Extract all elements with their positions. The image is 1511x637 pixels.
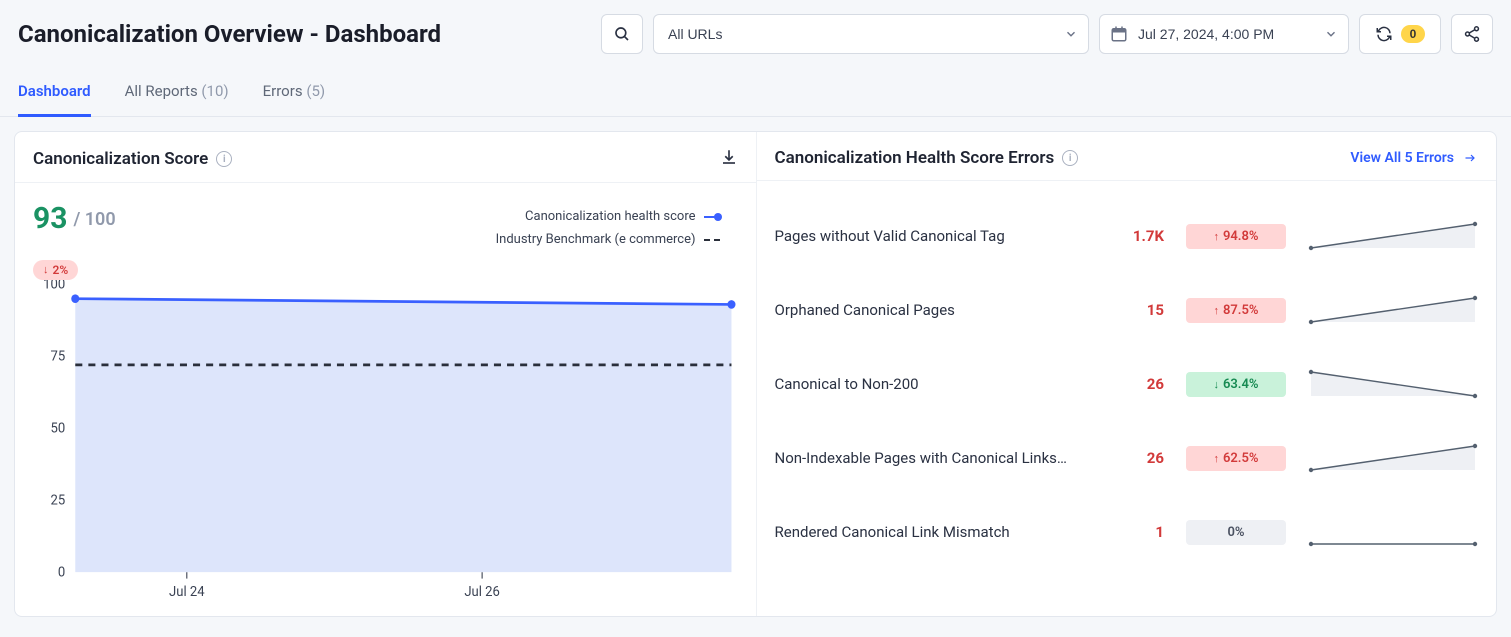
- dash-swatch-icon: [704, 239, 720, 241]
- score-title: Canonicalization Score: [33, 149, 208, 169]
- tab-bar: Dashboard All Reports (10) Errors (5): [0, 60, 1511, 117]
- score-denom: / 100: [73, 209, 115, 230]
- sync-button[interactable]: 0: [1359, 14, 1441, 54]
- page-header: Canonicalization Overview - Dashboard Al…: [0, 0, 1511, 60]
- arrow-up-icon: ↑: [1213, 452, 1219, 465]
- svg-text:0: 0: [58, 564, 65, 581]
- info-icon[interactable]: i: [1062, 150, 1078, 166]
- error-value: 26: [1104, 375, 1164, 393]
- error-value: 1: [1104, 523, 1164, 541]
- error-name: Orphaned Canonical Pages: [775, 301, 1083, 319]
- score-chart: 0 25 50 75 100 Jul 24 Jul 26: [15, 280, 756, 616]
- sync-count-badge: 0: [1401, 25, 1426, 43]
- line-swatch-icon: [704, 212, 720, 222]
- svg-text:75: 75: [51, 348, 66, 365]
- error-row[interactable]: Orphaned Canonical Pages 15 ↑ 87.5%: [775, 273, 1479, 347]
- dashboard-card: Canonicalization Score i 93 / 100 Canoni…: [14, 131, 1497, 617]
- score-pane-header: Canonicalization Score i: [15, 132, 756, 183]
- chevron-down-icon: [1324, 27, 1338, 41]
- error-change-badge: ↑ 62.5%: [1186, 446, 1286, 471]
- download-icon: [720, 148, 738, 166]
- error-row[interactable]: Rendered Canonical Link Mismatch 1 0%: [775, 495, 1479, 569]
- svg-text:Jul 24: Jul 24: [169, 583, 205, 600]
- search-icon: [613, 25, 631, 43]
- tab-errors[interactable]: Errors (5): [263, 82, 325, 117]
- error-list: Pages without Valid Canonical Tag 1.7K ↑…: [757, 181, 1497, 569]
- score-pane: Canonicalization Score i 93 / 100 Canoni…: [15, 132, 756, 616]
- svg-text:25: 25: [51, 492, 66, 509]
- error-value: 1.7K: [1104, 227, 1164, 245]
- error-change-badge: ↑ 87.5%: [1186, 298, 1286, 323]
- sparkline: [1308, 221, 1478, 251]
- error-name: Pages without Valid Canonical Tag: [775, 227, 1083, 245]
- legend-series-label: Canonicalization health score: [525, 205, 695, 228]
- error-name: Rendered Canonical Link Mismatch: [775, 523, 1083, 541]
- score-delta-value: 2%: [53, 263, 69, 277]
- sync-icon: [1375, 25, 1393, 43]
- chevron-down-icon: [1064, 27, 1078, 41]
- search-button[interactable]: [601, 14, 643, 54]
- error-change-badge: ↓ 63.4%: [1186, 372, 1286, 397]
- error-name: Non-Indexable Pages with Canonical Links…: [775, 449, 1083, 467]
- date-label: Jul 27, 2024, 4:00 PM: [1138, 26, 1274, 42]
- arrow-right-icon: [1462, 152, 1478, 164]
- error-change-badge: ↑ 94.8%: [1186, 224, 1286, 249]
- tab-dashboard[interactable]: Dashboard: [18, 82, 91, 117]
- score-delta-badge: ↓ 2%: [33, 260, 78, 280]
- url-filter-label: All URLs: [668, 26, 722, 42]
- svg-text:100: 100: [43, 280, 65, 293]
- svg-text:50: 50: [51, 420, 66, 437]
- tab-all-reports[interactable]: All Reports (10): [125, 82, 229, 117]
- view-all-label: View All 5 Errors: [1350, 150, 1454, 166]
- arrow-down-icon: ↓: [43, 263, 49, 276]
- sparkline: [1308, 295, 1478, 325]
- page-title: Canonicalization Overview - Dashboard: [18, 20, 591, 48]
- sparkline: [1308, 517, 1478, 547]
- error-value: 15: [1104, 301, 1164, 319]
- view-all-errors-link[interactable]: View All 5 Errors: [1350, 150, 1478, 166]
- arrow-up-icon: ↑: [1213, 304, 1219, 317]
- arrow-up-icon: ↑: [1213, 230, 1219, 243]
- chart-legend: Canonicalization health score Industry B…: [496, 201, 738, 252]
- error-row[interactable]: Non-Indexable Pages with Canonical Links…: [775, 421, 1479, 495]
- arrow-down-icon: ↓: [1213, 378, 1219, 391]
- error-row[interactable]: Pages without Valid Canonical Tag 1.7K ↑…: [775, 199, 1479, 273]
- share-icon: [1463, 25, 1481, 43]
- share-button[interactable]: [1451, 14, 1493, 54]
- calendar-icon: [1110, 25, 1128, 43]
- error-value: 26: [1104, 449, 1164, 467]
- score-summary: 93 / 100 Canonicalization health score I…: [15, 183, 756, 280]
- svg-text:Jul 26: Jul 26: [464, 583, 500, 600]
- download-button[interactable]: [720, 148, 738, 170]
- errors-pane-header: Canonicalization Health Score Errors i V…: [757, 132, 1497, 181]
- sparkline: [1308, 369, 1478, 399]
- date-picker[interactable]: Jul 27, 2024, 4:00 PM: [1099, 14, 1349, 54]
- legend-benchmark-label: Industry Benchmark (e commerce): [496, 228, 696, 251]
- info-icon[interactable]: i: [216, 151, 232, 167]
- error-row[interactable]: Canonical to Non-200 26 ↓ 63.4%: [775, 347, 1479, 421]
- url-filter-select[interactable]: All URLs: [653, 14, 1089, 54]
- error-name: Canonical to Non-200: [775, 375, 1083, 393]
- error-change-badge: 0%: [1186, 520, 1286, 545]
- sparkline: [1308, 443, 1478, 473]
- errors-title: Canonicalization Health Score Errors: [775, 148, 1055, 168]
- score-value: 93: [33, 201, 67, 236]
- errors-pane: Canonicalization Health Score Errors i V…: [756, 132, 1497, 616]
